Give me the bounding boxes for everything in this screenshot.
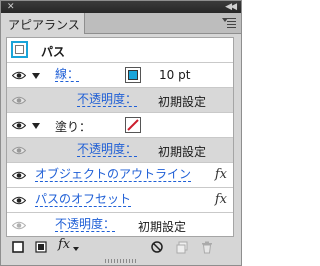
object-opacity-row[interactable]: 不透明度： 初期設定 [7, 213, 233, 238]
outline-object-effect-row[interactable]: オブジェクトのアウトライン fx [7, 163, 233, 188]
stroke-weight-value[interactable]: 10 pt [159, 68, 190, 82]
fx-icon[interactable]: fx [215, 167, 227, 182]
visibility-eye-icon[interactable] [12, 171, 26, 180]
resize-grip[interactable] [105, 259, 137, 263]
fill-label[interactable]: 塗り： [55, 118, 91, 135]
stroke-opacity-row[interactable]: 不透明度： 初期設定 [7, 88, 233, 113]
opacity-label[interactable]: 不透明度： [55, 218, 116, 232]
stroke-label[interactable]: 線： [55, 68, 80, 82]
bottom-toolbar: fx [1, 237, 241, 256]
expand-triangle-icon[interactable] [32, 73, 40, 79]
no-fill-swatch[interactable] [125, 117, 141, 133]
visibility-eye-icon[interactable] [12, 221, 26, 230]
appearance-panel: ✕ ◀◀ アピアランス パス 線： 10 pt 不透明度： 初期設定 塗り： 不… [0, 0, 242, 266]
expand-triangle-icon[interactable] [32, 123, 40, 129]
visibility-eye-icon[interactable] [12, 121, 26, 130]
opacity-value: 初期設定 [158, 95, 207, 109]
visibility-eye-icon[interactable] [12, 71, 26, 80]
opacity-label[interactable]: 不透明度： [77, 143, 138, 157]
add-new-effect-icon[interactable]: fx [58, 237, 80, 254]
appearance-list: パス 線： 10 pt 不透明度： 初期設定 塗り： 不透明度： 初期設定 オブ… [6, 37, 234, 237]
fill-opacity-row[interactable]: 不透明度： 初期設定 [7, 138, 233, 163]
outline-object-effect-label[interactable]: オブジェクトのアウトライン [35, 168, 192, 182]
collapse-icon[interactable]: ◀◀ [225, 1, 237, 13]
object-type-label: パス [41, 45, 66, 59]
fill-row[interactable]: 塗り： [7, 113, 233, 138]
fx-icon[interactable]: fx [215, 192, 227, 207]
visibility-eye-icon[interactable] [12, 196, 26, 205]
stroke-color-swatch[interactable] [125, 67, 141, 83]
offset-path-effect-row[interactable]: パスのオフセット fx [7, 188, 233, 213]
add-new-fill-icon[interactable] [34, 240, 48, 254]
opacity-label[interactable]: 不透明度： [77, 93, 138, 107]
visibility-eye-icon[interactable] [12, 146, 26, 155]
object-header-row[interactable]: パス [7, 38, 233, 63]
stroke-row[interactable]: 線： 10 pt [7, 63, 233, 88]
panel-titlebar: ✕ ◀◀ [1, 1, 241, 13]
path-thumbnail-icon [11, 41, 28, 58]
tab-appearance-label: アピアランス [8, 18, 80, 32]
add-new-stroke-icon[interactable] [11, 240, 25, 254]
delete-item-icon [200, 240, 214, 254]
opacity-value: 初期設定 [158, 145, 207, 159]
clear-appearance-icon[interactable] [150, 240, 164, 254]
offset-path-effect-label[interactable]: パスのオフセット [35, 193, 132, 207]
visibility-eye-icon[interactable] [12, 96, 26, 105]
duplicate-item-icon [175, 240, 189, 254]
opacity-value: 初期設定 [138, 220, 187, 234]
tab-appearance[interactable]: アピアランス [1, 13, 85, 34]
tab-row: アピアランス [1, 13, 241, 34]
panel-menu-icon[interactable] [222, 16, 236, 28]
add-effect-fx-label: fx [58, 237, 71, 252]
close-icon[interactable]: ✕ [7, 2, 15, 12]
